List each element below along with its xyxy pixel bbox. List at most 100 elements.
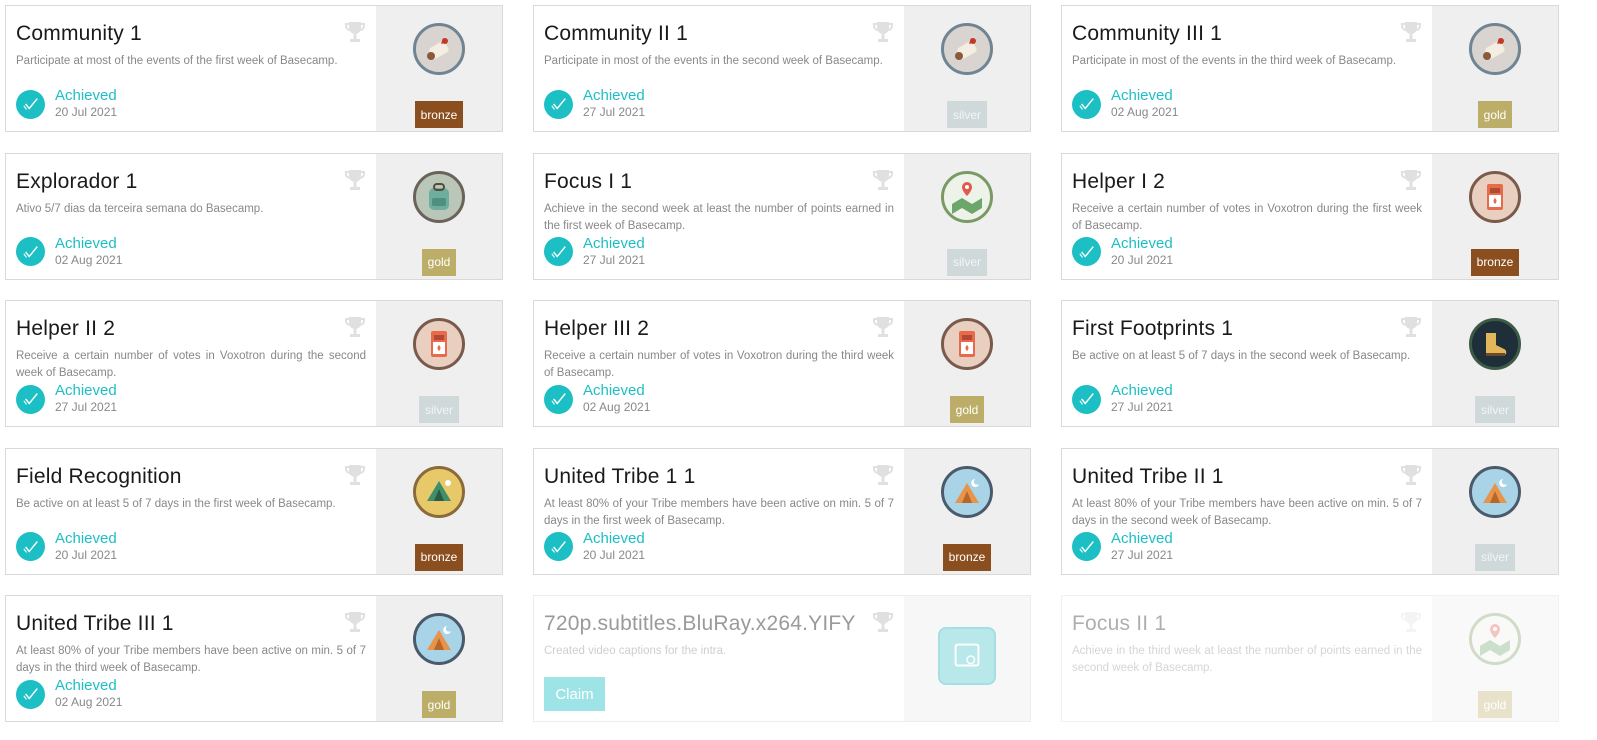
scroll-icon xyxy=(413,23,465,75)
achievement-title: United Tribe II 1 xyxy=(1072,464,1224,488)
check-icon xyxy=(16,679,45,709)
achievement-description: Created video captions for the intra. xyxy=(544,645,727,657)
achieved-date: 27 Jul 2021 xyxy=(1111,547,1174,562)
badge-panel: gold xyxy=(1432,596,1558,721)
achievement-card[interactable]: Focus II 1 Achieve in the third week at l… xyxy=(1061,595,1559,722)
tier-badge: silver xyxy=(946,101,987,128)
achievement-description: Receive a certain number of votes in Vox… xyxy=(16,350,366,379)
achievement-card[interactable]: Field Recognition Be active on at least 5… xyxy=(5,447,503,575)
achievement-card[interactable]: 720p.subtitles.BluRay.x264.YIFY Created v… xyxy=(533,595,1031,722)
scroll-icon xyxy=(941,23,993,75)
trophy-icon xyxy=(872,463,894,487)
backpack-icon xyxy=(413,170,465,223)
achievement-status: Achieved 20 Jul 2021 xyxy=(16,530,117,564)
achieved-label: Achieved xyxy=(583,87,645,104)
tier-badge: gold xyxy=(949,396,985,423)
achievement-description: Achieve in the third week at least the n… xyxy=(1072,645,1422,674)
tent-night-icon xyxy=(413,613,465,665)
badge-panel: bronze xyxy=(376,6,502,131)
achievement-card[interactable]: Community III 1 Participate in most of th… xyxy=(1061,5,1559,132)
achievement-info: Field Recognition Be active on at least 5… xyxy=(6,449,376,574)
trophy-icon xyxy=(344,610,366,634)
achievement-title: Focus I 1 xyxy=(544,169,633,193)
achievement-title: Explorador 1 xyxy=(16,169,138,193)
tent-icon xyxy=(413,465,465,518)
badge-panel: bronze xyxy=(376,448,502,574)
badge-panel: bronze xyxy=(904,448,1030,574)
tier-badge: gold xyxy=(421,691,457,718)
tent-night-icon xyxy=(941,465,993,518)
tent-night-icon xyxy=(1469,465,1521,518)
tier-badge: silver xyxy=(1474,543,1515,571)
achieved-date: 27 Jul 2021 xyxy=(583,105,646,119)
achievement-card[interactable]: Community 1 Participate at most of the ev… xyxy=(5,5,503,132)
status-text: Achieved 20 Jul 2021 xyxy=(55,87,117,121)
achieved-label: Achieved xyxy=(55,677,117,694)
achieved-date: 20 Jul 2021 xyxy=(1111,252,1174,267)
achievement-card[interactable]: Explorador 1 Ativo 5/7 dias da terceira s… xyxy=(5,152,503,280)
trophy-icon xyxy=(344,20,366,44)
achievement-info: Community III 1 Participate in most of th… xyxy=(1062,6,1432,131)
achievement-info: First Footprints 1 Be active on at least … xyxy=(1062,301,1432,426)
achievement-status: Achieved 27 Jul 2021 xyxy=(16,382,117,416)
achievement-card[interactable]: Community II 1 Participate in most of the… xyxy=(533,5,1031,132)
achievement-description: Receive a certain number of votes in Vox… xyxy=(1072,202,1422,232)
achievement-card[interactable]: United Tribe II 1 At least 80% of your Tr… xyxy=(1061,447,1559,575)
achievement-card[interactable]: Focus I 1 Achieve in the second week at l… xyxy=(533,152,1031,280)
achievement-title: United Tribe 1 1 xyxy=(544,464,696,488)
achievement-info: United Tribe II 1 At least 80% of your Tr… xyxy=(1062,449,1432,574)
check-icon xyxy=(544,237,573,266)
tier-badge: bronze xyxy=(942,543,992,571)
badge-panel xyxy=(904,596,1030,721)
achievement-card[interactable]: First Footprints 1 Be active on at least … xyxy=(1061,300,1559,427)
achieved-label: Achieved xyxy=(1111,234,1173,252)
achievement-status: Achieved 02 Aug 2021 xyxy=(16,235,122,269)
badge-panel: silver xyxy=(904,6,1030,131)
achievement-description: At least 80% of your Tribe members have … xyxy=(544,497,894,527)
claim-button[interactable]: Claim xyxy=(544,677,605,711)
achievement-title: Helper III 2 xyxy=(544,317,650,340)
achievement-card[interactable]: United Tribe III 1 At least 80% of your T… xyxy=(5,595,503,722)
achieved-label: Achieved xyxy=(1111,87,1173,104)
badge-panel: silver xyxy=(376,301,502,426)
achieved-label: Achieved xyxy=(583,234,645,252)
trophy-icon xyxy=(872,610,894,634)
trophy-icon xyxy=(1400,168,1422,192)
status-text: Achieved 20 Jul 2021 xyxy=(1111,235,1173,269)
status-text: Achieved 27 Jul 2021 xyxy=(1111,530,1173,564)
badge-panel: silver xyxy=(904,153,1030,279)
achievement-card[interactable]: Helper I 2 Receive a certain number of vo… xyxy=(1061,152,1559,280)
achievement-title: Helper I 2 xyxy=(1072,169,1166,193)
check-icon xyxy=(16,532,45,561)
achieved-date: 20 Jul 2021 xyxy=(55,547,118,562)
achieved-label: Achieved xyxy=(55,87,117,104)
trophy-icon xyxy=(344,315,366,339)
trophy-icon xyxy=(1400,610,1422,634)
achievement-card[interactable]: United Tribe 1 1 At least 80% of your Tri… xyxy=(533,447,1031,575)
trophy-icon xyxy=(872,315,894,339)
tier-badge: silver xyxy=(946,248,987,276)
achievement-card[interactable]: Helper III 2 Receive a certain number of … xyxy=(533,300,1031,427)
achievement-title: United Tribe III 1 xyxy=(16,612,174,635)
achievement-description: Ativo 5/7 dias da terceira semana do Bas… xyxy=(16,202,264,215)
status-text: Achieved 27 Jul 2021 xyxy=(1111,382,1173,416)
badge-panel: gold xyxy=(376,596,502,721)
achieved-label: Achieved xyxy=(583,529,645,547)
achievement-status: Achieved 20 Jul 2021 xyxy=(16,87,117,121)
achieved-label: Achieved xyxy=(583,382,645,399)
achievement-description: Achieve in the second week at least the … xyxy=(544,202,894,232)
achievement-title: Community III 1 xyxy=(1072,22,1223,45)
achievement-title: Helper II 2 xyxy=(16,317,116,340)
check-icon xyxy=(16,89,45,119)
status-text: Achieved 27 Jul 2021 xyxy=(583,235,645,269)
achievement-info: United Tribe 1 1 At least 80% of your Tri… xyxy=(534,449,904,574)
video-caption-icon xyxy=(938,627,996,685)
achievement-card[interactable]: Helper II 2 Receive a certain number of v… xyxy=(5,300,503,427)
map-pin-icon xyxy=(1469,613,1521,665)
achievement-info: 720p.subtitles.BluRay.x264.YIFY Created v… xyxy=(534,596,904,721)
achieved-date: 27 Jul 2021 xyxy=(1111,400,1174,414)
check-icon xyxy=(544,384,573,414)
achievement-info: Community II 1 Participate in most of the… xyxy=(534,6,904,131)
achievement-title: First Footprints 1 xyxy=(1072,317,1234,340)
trophy-icon xyxy=(1400,315,1422,339)
